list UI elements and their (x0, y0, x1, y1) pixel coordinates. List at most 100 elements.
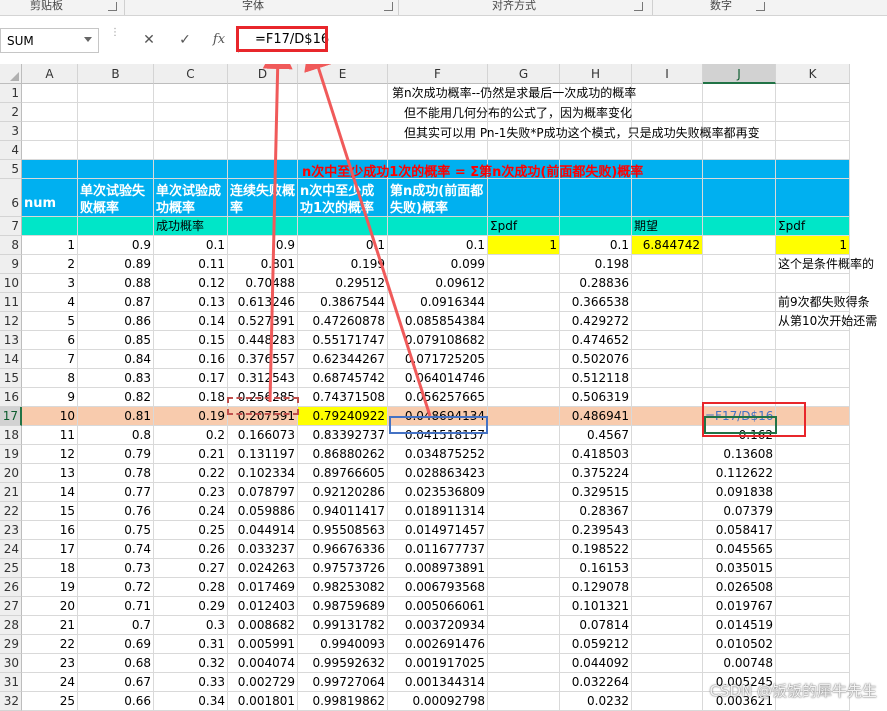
row-header-28[interactable]: 28 (0, 616, 22, 635)
cell-h12[interactable]: 0.429272 (560, 312, 632, 331)
cell-b5[interactable] (78, 160, 154, 179)
cell-consec-fail[interactable]: 0.131197 (228, 445, 298, 464)
number-launcher-icon[interactable] (756, 2, 765, 11)
cell-i9[interactable] (632, 255, 703, 274)
cell-success-prob[interactable]: 0.26 (154, 540, 228, 559)
cell-fail-prob[interactable]: 0.9 (78, 236, 154, 255)
cell-g15[interactable] (488, 369, 560, 388)
cell-c3[interactable] (154, 122, 228, 141)
cell-i14[interactable] (632, 350, 703, 369)
cell-at-least-one[interactable]: 0.3867544 (298, 293, 388, 312)
cell-success-prob[interactable]: 0.32 (154, 654, 228, 673)
cell-success-prob[interactable]: 0.17 (154, 369, 228, 388)
cell-nth-success[interactable]: 0.005066061 (388, 597, 488, 616)
row-header-4[interactable]: 4 (0, 141, 22, 160)
cell-at-least-one[interactable]: 0.47260878 (298, 312, 388, 331)
cell-num[interactable]: 12 (22, 445, 78, 464)
cell-e1[interactable] (298, 84, 388, 103)
row-header-21[interactable]: 21 (0, 483, 22, 502)
cell-consec-fail[interactable]: 0.312543 (228, 369, 298, 388)
row-header-16[interactable]: 16 (0, 388, 22, 407)
cell-b7[interactable] (78, 217, 154, 236)
cell-h16[interactable]: 0.506319 (560, 388, 632, 407)
cell-num[interactable]: 10 (22, 407, 78, 426)
row-header-6[interactable]: 6 (0, 179, 22, 217)
cell-fail-prob[interactable]: 0.85 (78, 331, 154, 350)
cell-fail-prob[interactable]: 0.73 (78, 559, 154, 578)
row-header-29[interactable]: 29 (0, 635, 22, 654)
cell-nth-success[interactable]: 0.003720934 (388, 616, 488, 635)
cell-g12[interactable] (488, 312, 560, 331)
label-sigma-pdf[interactable]: Σpdf (488, 217, 560, 236)
cell-num[interactable]: 11 (22, 426, 78, 445)
cell-k4[interactable] (776, 141, 850, 160)
cell-k17[interactable] (776, 407, 850, 426)
cell-d4[interactable] (228, 141, 298, 160)
cell-k13[interactable] (776, 331, 850, 350)
cell-h10[interactable]: 0.28836 (560, 274, 632, 293)
cell-h9[interactable]: 0.198 (560, 255, 632, 274)
cell-j26[interactable]: 0.026508 (703, 578, 776, 597)
cell-h25[interactable]: 0.16153 (560, 559, 632, 578)
cell-consec-fail[interactable]: 0.005991 (228, 635, 298, 654)
cell-g19[interactable] (488, 445, 560, 464)
cell-i30[interactable] (632, 654, 703, 673)
cell-f7[interactable] (388, 217, 488, 236)
cell-consec-fail[interactable]: 0.102334 (228, 464, 298, 483)
cell-expectation-value[interactable]: 6.844742 (632, 236, 703, 255)
cell-at-least-one[interactable]: 0.9940093 (298, 635, 388, 654)
cell-h15[interactable]: 0.512118 (560, 369, 632, 388)
cell-g31[interactable] (488, 673, 560, 692)
cell-h26[interactable]: 0.129078 (560, 578, 632, 597)
cell-consec-fail[interactable]: 0.207591 (228, 407, 298, 426)
cell-at-least-one[interactable]: 0.62344267 (298, 350, 388, 369)
cell-h8[interactable]: 0.1 (560, 236, 632, 255)
cell-fail-prob[interactable]: 0.78 (78, 464, 154, 483)
cell-nth-success[interactable]: 0.085854384 (388, 312, 488, 331)
cell-success-prob[interactable]: 0.14 (154, 312, 228, 331)
cell-consec-fail[interactable]: 0.012403 (228, 597, 298, 616)
cell-h14[interactable]: 0.502076 (560, 350, 632, 369)
cell-at-least-one[interactable]: 0.55171747 (298, 331, 388, 350)
cell-sigma-pdf-value[interactable]: 1 (488, 236, 560, 255)
cell-num[interactable]: 7 (22, 350, 78, 369)
label-success-prob[interactable]: 成功概率 (154, 217, 228, 236)
cell-nth-success[interactable]: 0.001344314 (388, 673, 488, 692)
cell-j13[interactable] (703, 331, 776, 350)
cell-j2[interactable] (703, 103, 776, 122)
cell-b2[interactable] (78, 103, 154, 122)
column-header-k[interactable]: K (776, 64, 850, 84)
cell-at-least-one[interactable]: 0.83392737 (298, 426, 388, 445)
row-header-27[interactable]: 27 (0, 597, 22, 616)
cell-g11[interactable] (488, 293, 560, 312)
cell-h32[interactable]: 0.0232 (560, 692, 632, 711)
cell-g20[interactable] (488, 464, 560, 483)
cell-consec-fail[interactable]: 0.256285 (228, 388, 298, 407)
cell-h11[interactable]: 0.366538 (560, 293, 632, 312)
cell-g25[interactable] (488, 559, 560, 578)
cell-h31[interactable]: 0.032264 (560, 673, 632, 692)
cell-b4[interactable] (78, 141, 154, 160)
column-header-e[interactable]: E (298, 64, 388, 84)
cell-i21[interactable] (632, 483, 703, 502)
insert-function-icon[interactable]: fx (208, 30, 230, 50)
row-header-11[interactable]: 11 (0, 293, 22, 312)
cell-num[interactable]: 3 (22, 274, 78, 293)
cell-num[interactable]: 14 (22, 483, 78, 502)
column-header-f[interactable]: F (388, 64, 488, 84)
row-header-9[interactable]: 9 (0, 255, 22, 274)
row-header-12[interactable]: 12 (0, 312, 22, 331)
cell-j4[interactable] (703, 141, 776, 160)
cell-nth-success[interactable]: 0.00092798 (388, 692, 488, 711)
cell-d1[interactable] (228, 84, 298, 103)
cell-nth-success[interactable]: 0.002691476 (388, 635, 488, 654)
cell-at-least-one[interactable]: 0.99592632 (298, 654, 388, 673)
formula-input[interactable]: =F17/D$16 (238, 28, 887, 53)
header-c[interactable]: 单次试验成功概率 (154, 179, 228, 217)
cell-g10[interactable] (488, 274, 560, 293)
cell-i16[interactable] (632, 388, 703, 407)
cell-c1[interactable] (154, 84, 228, 103)
cell-k21[interactable] (776, 483, 850, 502)
cell-i18[interactable] (632, 426, 703, 445)
cell-fail-prob[interactable]: 0.68 (78, 654, 154, 673)
